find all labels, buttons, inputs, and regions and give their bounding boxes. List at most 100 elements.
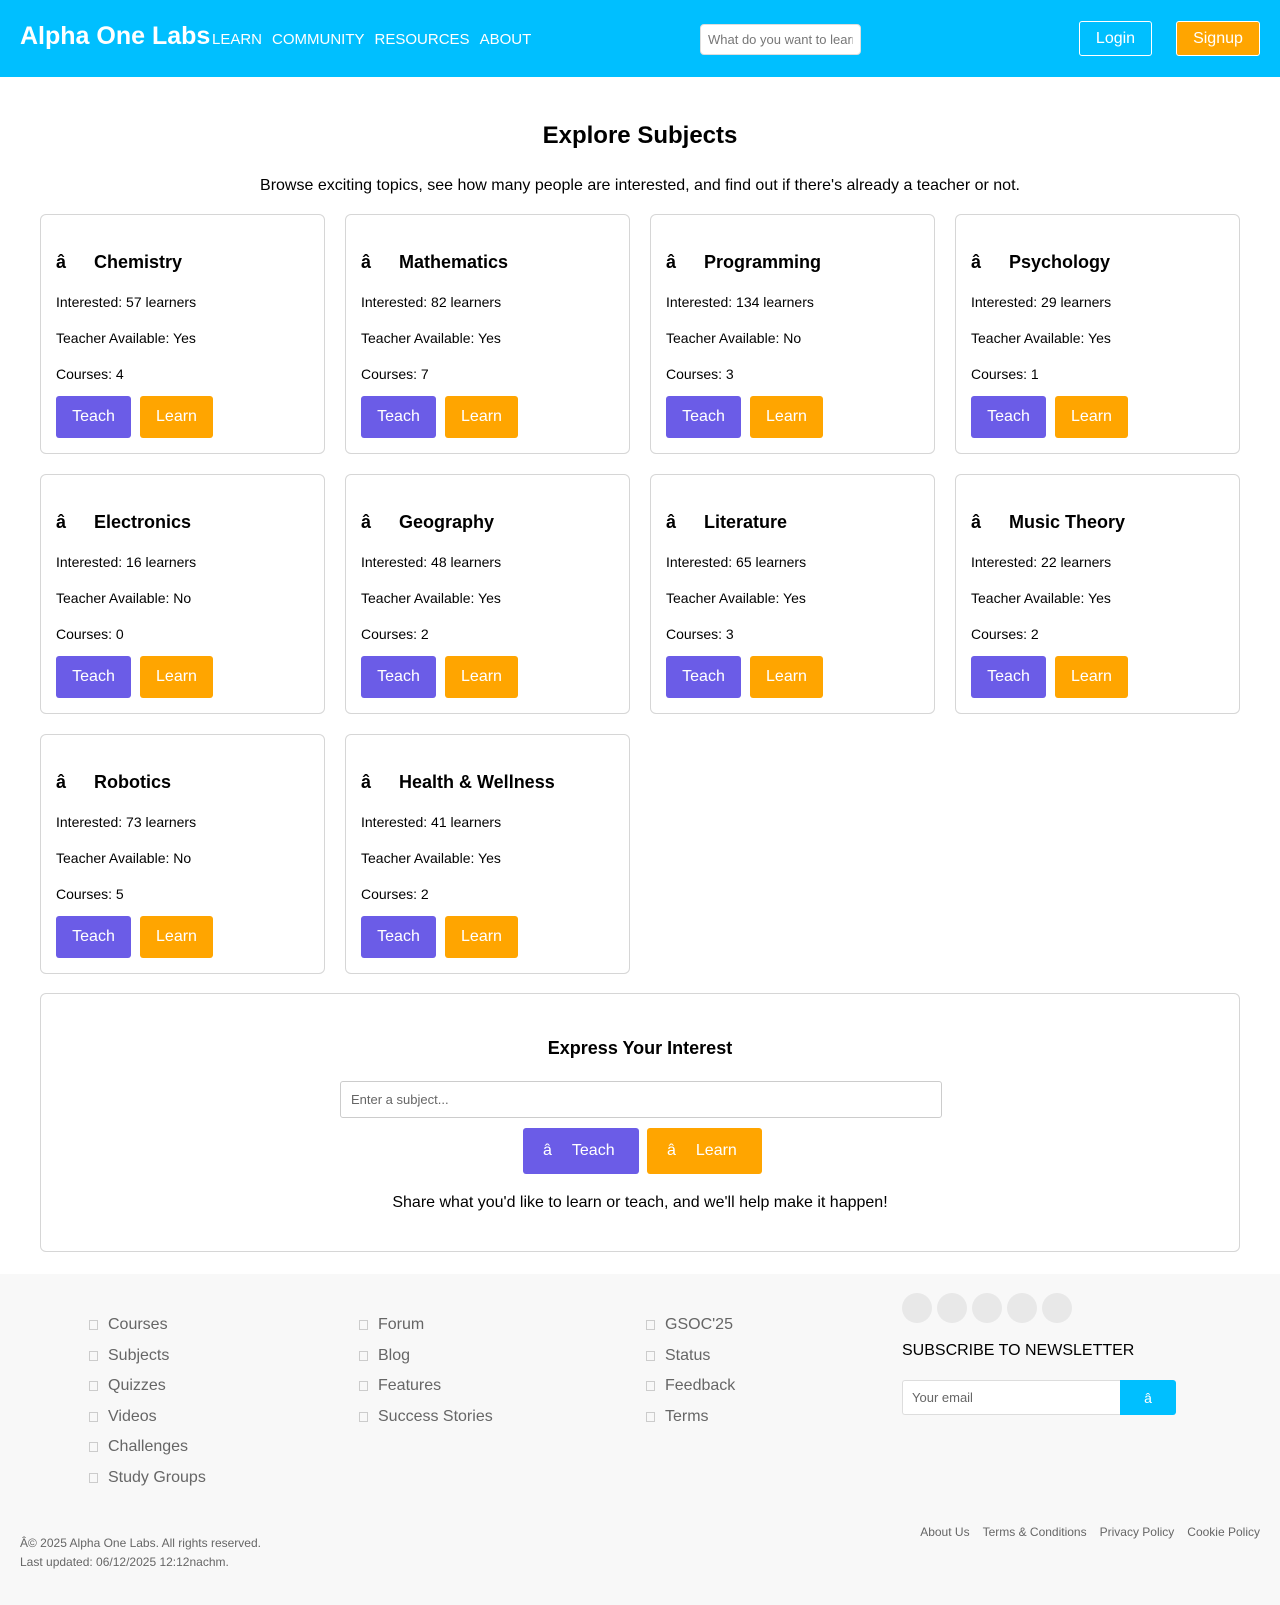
subject-name: Psychology xyxy=(1009,252,1111,272)
footer-link-challenges[interactable]: Challenges xyxy=(89,1432,206,1463)
link-icon xyxy=(89,1320,98,1331)
course-count: Courses: 0 xyxy=(56,626,124,642)
social-links xyxy=(902,1293,1072,1323)
interest-teach-button[interactable]: â Teach xyxy=(523,1128,639,1174)
interested-count: Interested: 41 learners xyxy=(361,814,502,830)
learn-button[interactable]: Learn xyxy=(445,396,518,438)
learn-button[interactable]: Learn xyxy=(140,656,213,698)
teach-button[interactable]: Teach xyxy=(56,396,131,438)
subject-card-literature: â Literature Interested: 65 learners Teac… xyxy=(650,474,935,714)
last-updated-text: Last updated: 06/12/2025 12:12nachm. xyxy=(20,1555,229,1569)
teach-button[interactable]: Teach xyxy=(666,396,741,438)
subject-name: Chemistry xyxy=(94,252,183,272)
link-icon xyxy=(89,1350,98,1361)
footer-link-subjects[interactable]: Subjects xyxy=(89,1341,206,1372)
learn-button[interactable]: Learn xyxy=(445,656,518,698)
footer-link-videos[interactable]: Videos xyxy=(89,1402,206,1433)
footer-link-gsoc[interactable]: GSOC'25 xyxy=(646,1310,735,1341)
search-input[interactable] xyxy=(700,24,861,55)
teacher-available: Teacher Available: Yes xyxy=(971,330,1111,346)
footer-link-quizzes[interactable]: Quizzes xyxy=(89,1371,206,1402)
login-button[interactable]: Login xyxy=(1079,21,1152,56)
course-count: Courses: 3 xyxy=(666,366,734,382)
nav-about[interactable]: ABOUT xyxy=(480,31,532,48)
social-icon[interactable] xyxy=(1007,1293,1037,1323)
footer-link-label: Success Stories xyxy=(378,1407,493,1425)
interested-count: Interested: 65 learners xyxy=(666,554,807,570)
footer-link-feedback[interactable]: Feedback xyxy=(646,1371,735,1402)
learn-button[interactable]: Learn xyxy=(445,916,518,958)
subject-grid: â Chemistry Interested: 57 learners Teach… xyxy=(40,214,1240,974)
signup-button[interactable]: Signup xyxy=(1176,21,1260,56)
interested-count: Interested: 134 learners xyxy=(666,294,814,310)
express-interest-panel: Express Your Interest â Teach â Learn Sh… xyxy=(40,993,1240,1252)
footer-link-label: Courses xyxy=(108,1316,168,1334)
teach-button[interactable]: Teach xyxy=(666,656,741,698)
teacher-available: Teacher Available: Yes xyxy=(361,850,501,866)
legal-link-about-us[interactable]: About Us xyxy=(920,1525,969,1539)
learn-button[interactable]: Learn xyxy=(140,916,213,958)
subject-input[interactable] xyxy=(340,1081,942,1118)
footer-link-courses[interactable]: Courses xyxy=(89,1310,206,1341)
subject-card-robotics: â Robotics Interested: 73 learners Teache… xyxy=(40,734,325,974)
interest-learn-button[interactable]: â Learn xyxy=(647,1128,762,1174)
learn-button[interactable]: Learn xyxy=(750,656,823,698)
learn-button[interactable]: Learn xyxy=(750,396,823,438)
footer-link-label: Status xyxy=(665,1346,711,1364)
footer-column-learn: Courses Subjects Quizzes Videos Challeng… xyxy=(89,1310,206,1493)
newsletter-email-input[interactable] xyxy=(902,1380,1120,1415)
legal-links: About Us Terms & Conditions Privacy Poli… xyxy=(920,1525,1260,1539)
subject-icon: â xyxy=(361,252,372,272)
footer-link-status[interactable]: Status xyxy=(646,1341,735,1372)
newsletter-submit-button[interactable]: â xyxy=(1120,1380,1176,1415)
legal-link-privacy[interactable]: Privacy Policy xyxy=(1100,1525,1175,1539)
teacher-available: Teacher Available: Yes xyxy=(361,590,501,606)
footer-link-label: Terms xyxy=(665,1407,709,1425)
teach-button[interactable]: Teach xyxy=(361,916,436,958)
learn-button[interactable]: Learn xyxy=(140,396,213,438)
teach-button[interactable]: Teach xyxy=(56,916,131,958)
footer-link-success-stories[interactable]: Success Stories xyxy=(359,1402,493,1433)
link-icon xyxy=(359,1411,368,1422)
footer-link-label: Challenges xyxy=(108,1438,189,1456)
footer-link-terms[interactable]: Terms xyxy=(646,1402,735,1433)
teach-button[interactable]: Teach xyxy=(361,396,436,438)
subject-icon: â xyxy=(56,772,67,792)
footer-link-label: Videos xyxy=(108,1407,157,1425)
site-logo[interactable]: Alpha One Labs xyxy=(20,22,210,51)
social-icon[interactable] xyxy=(1042,1293,1072,1323)
subject-name: Electronics xyxy=(94,512,192,532)
subject-name: Literature xyxy=(704,512,788,532)
social-icon[interactable] xyxy=(972,1293,1002,1323)
legal-link-terms[interactable]: Terms & Conditions xyxy=(983,1525,1087,1539)
legal-link-cookies[interactable]: Cookie Policy xyxy=(1187,1525,1260,1539)
course-count: Courses: 5 xyxy=(56,886,124,902)
learn-label: Learn xyxy=(695,1142,737,1159)
link-icon xyxy=(89,1472,98,1483)
teach-button[interactable]: Teach xyxy=(361,656,436,698)
footer-link-label: Subjects xyxy=(108,1346,170,1364)
nav-resources[interactable]: RESOURCES xyxy=(375,31,470,48)
subject-icon: â xyxy=(666,512,677,532)
interested-count: Interested: 16 learners xyxy=(56,554,197,570)
subject-card-chemistry: â Chemistry Interested: 57 learners Teach… xyxy=(40,214,325,454)
social-icon[interactable] xyxy=(937,1293,967,1323)
footer-link-forum[interactable]: Forum xyxy=(359,1310,493,1341)
learn-button[interactable]: Learn xyxy=(1055,396,1128,438)
subject-card-programming: â Programming Interested: 134 learners Te… xyxy=(650,214,935,454)
subject-icon: â xyxy=(971,512,982,532)
teach-button[interactable]: Teach xyxy=(56,656,131,698)
footer-link-features[interactable]: Features xyxy=(359,1371,493,1402)
footer-link-blog[interactable]: Blog xyxy=(359,1341,493,1372)
nav-learn[interactable]: LEARN xyxy=(212,31,262,48)
nav-community[interactable]: COMMUNITY xyxy=(272,31,365,48)
subject-icon: â xyxy=(666,252,677,272)
teach-button[interactable]: Teach xyxy=(971,396,1046,438)
link-icon xyxy=(646,1411,655,1422)
footer-column-community: Forum Blog Features Success Stories xyxy=(359,1310,493,1432)
teach-button[interactable]: Teach xyxy=(971,656,1046,698)
course-count: Courses: 3 xyxy=(666,626,734,642)
social-icon[interactable] xyxy=(902,1293,932,1323)
footer-link-study-groups[interactable]: Study Groups xyxy=(89,1463,206,1494)
learn-button[interactable]: Learn xyxy=(1055,656,1128,698)
